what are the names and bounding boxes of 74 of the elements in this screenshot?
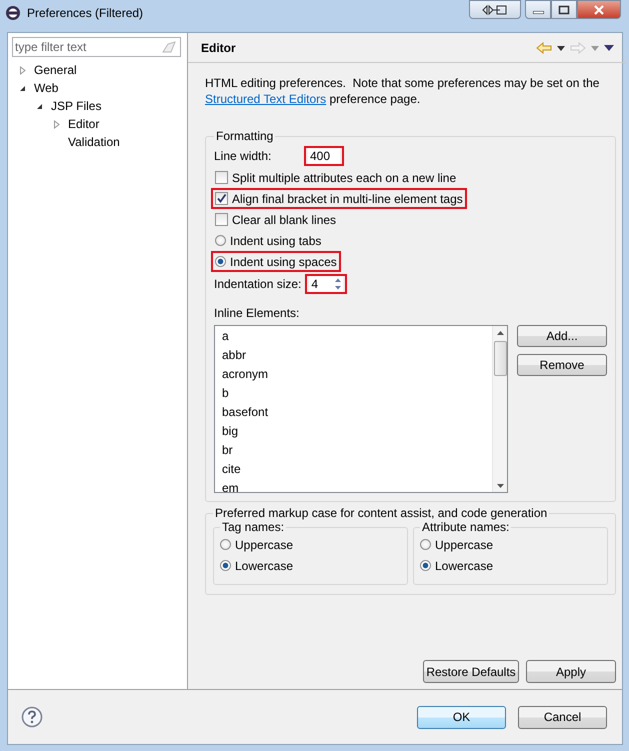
view-menu-icon[interactable] [604, 45, 614, 51]
tree-item[interactable]: JSP Files [51, 99, 102, 113]
scroll-down-icon[interactable] [496, 484, 504, 488]
checkbox[interactable] [215, 171, 228, 184]
apply-button[interactable]: Apply [526, 660, 616, 683]
app-icon [5, 5, 21, 21]
radio-button[interactable] [215, 256, 226, 267]
expanded-arrow-icon[interactable] [35, 102, 44, 110]
cancel-button[interactable]: Cancel [518, 706, 607, 728]
scroll-up-icon[interactable] [496, 331, 504, 335]
close-button[interactable] [577, 0, 621, 19]
radio-button[interactable] [215, 235, 226, 246]
list-action-button[interactable]: Remove [517, 354, 607, 376]
structured-text-editors-link[interactable]: Structured Text Editors [205, 92, 326, 106]
field-label: Indentation size: [214, 277, 302, 291]
group-title: Formatting [215, 129, 274, 143]
filter-field[interactable]: type filter text [12, 37, 181, 57]
radio-button[interactable] [220, 539, 231, 550]
tree-item[interactable]: General [34, 63, 77, 77]
tree-item[interactable]: Editor [68, 117, 100, 131]
description-text: HTML editing preferences. Note that some preferences may be set on the Structured Text Editors preference page. [205, 75, 600, 107]
tree-item[interactable]: Validation [68, 135, 120, 149]
option-label[interactable]: Lowercase [235, 558, 294, 572]
option-label[interactable]: Uppercase [435, 538, 494, 552]
tree-item[interactable]: Web [34, 81, 58, 95]
list-item[interactable]: abbr [222, 346, 492, 365]
list-label: Inline Elements: [214, 306, 300, 320]
dropdown-caret-icon[interactable] [557, 46, 565, 50]
list-item[interactable]: big [222, 422, 492, 441]
checkbox[interactable] [215, 192, 228, 205]
checkbox[interactable] [215, 213, 228, 226]
window-title: Preferences (Filtered) [27, 6, 144, 20]
group-title: Tag names: [221, 520, 286, 534]
restore-defaults-button[interactable]: Restore Defaults [423, 660, 519, 683]
list-item[interactable]: em [222, 479, 492, 492]
inline-elements-list[interactable]: a abbr acronym b basefont big br cite em [214, 325, 508, 493]
radio-button[interactable] [420, 560, 431, 571]
option-label[interactable]: Indent using spaces [230, 254, 337, 268]
list-item[interactable]: cite [222, 460, 492, 479]
option-label[interactable]: Split multiple attributes each on a new line [232, 170, 456, 184]
maximize-button[interactable] [551, 0, 577, 19]
expanded-arrow-icon[interactable] [18, 84, 27, 92]
collapsed-arrow-icon[interactable] [18, 66, 27, 74]
ok-button[interactable]: OK [417, 706, 506, 728]
list-item[interactable]: br [222, 441, 492, 460]
list-item[interactable]: basefont [222, 403, 492, 422]
indentation-size-spinner[interactable]: 4 [309, 276, 344, 292]
scrollbar[interactable] [492, 326, 507, 492]
radio-button[interactable] [420, 539, 431, 550]
page-title: Editor [201, 41, 237, 55]
group-title: Attribute names: [421, 520, 510, 534]
dock-button[interactable] [469, 0, 521, 19]
option-label[interactable]: Align final bracket in multi-line element tags [232, 192, 463, 206]
dock-icon [481, 4, 509, 16]
list-item[interactable]: a [222, 327, 492, 346]
option-label[interactable]: Lowercase [435, 558, 494, 572]
close-icon [593, 4, 605, 14]
list-action-button[interactable]: Add... [517, 325, 607, 347]
list-item[interactable]: acronym [222, 365, 492, 384]
collapsed-arrow-icon[interactable] [52, 120, 61, 128]
option-label[interactable]: Indent using tabs [230, 234, 322, 248]
maximize-icon [558, 4, 570, 14]
line-width-field[interactable]: 400 [308, 148, 340, 164]
option-label[interactable]: Clear all blank lines [232, 212, 336, 226]
field-label: Line width: [214, 149, 272, 163]
spinner-arrows-icon[interactable] [333, 276, 344, 292]
minimize-icon [532, 11, 544, 14]
option-label[interactable]: Uppercase [235, 538, 294, 552]
help-icon[interactable] [21, 706, 43, 728]
list-item[interactable]: b [222, 384, 492, 403]
minimize-button[interactable] [525, 0, 551, 19]
group-title: Preferred markup case for content assist, and code generation [214, 506, 548, 520]
scroll-thumb[interactable] [494, 341, 506, 376]
radio-button[interactable] [220, 560, 231, 571]
